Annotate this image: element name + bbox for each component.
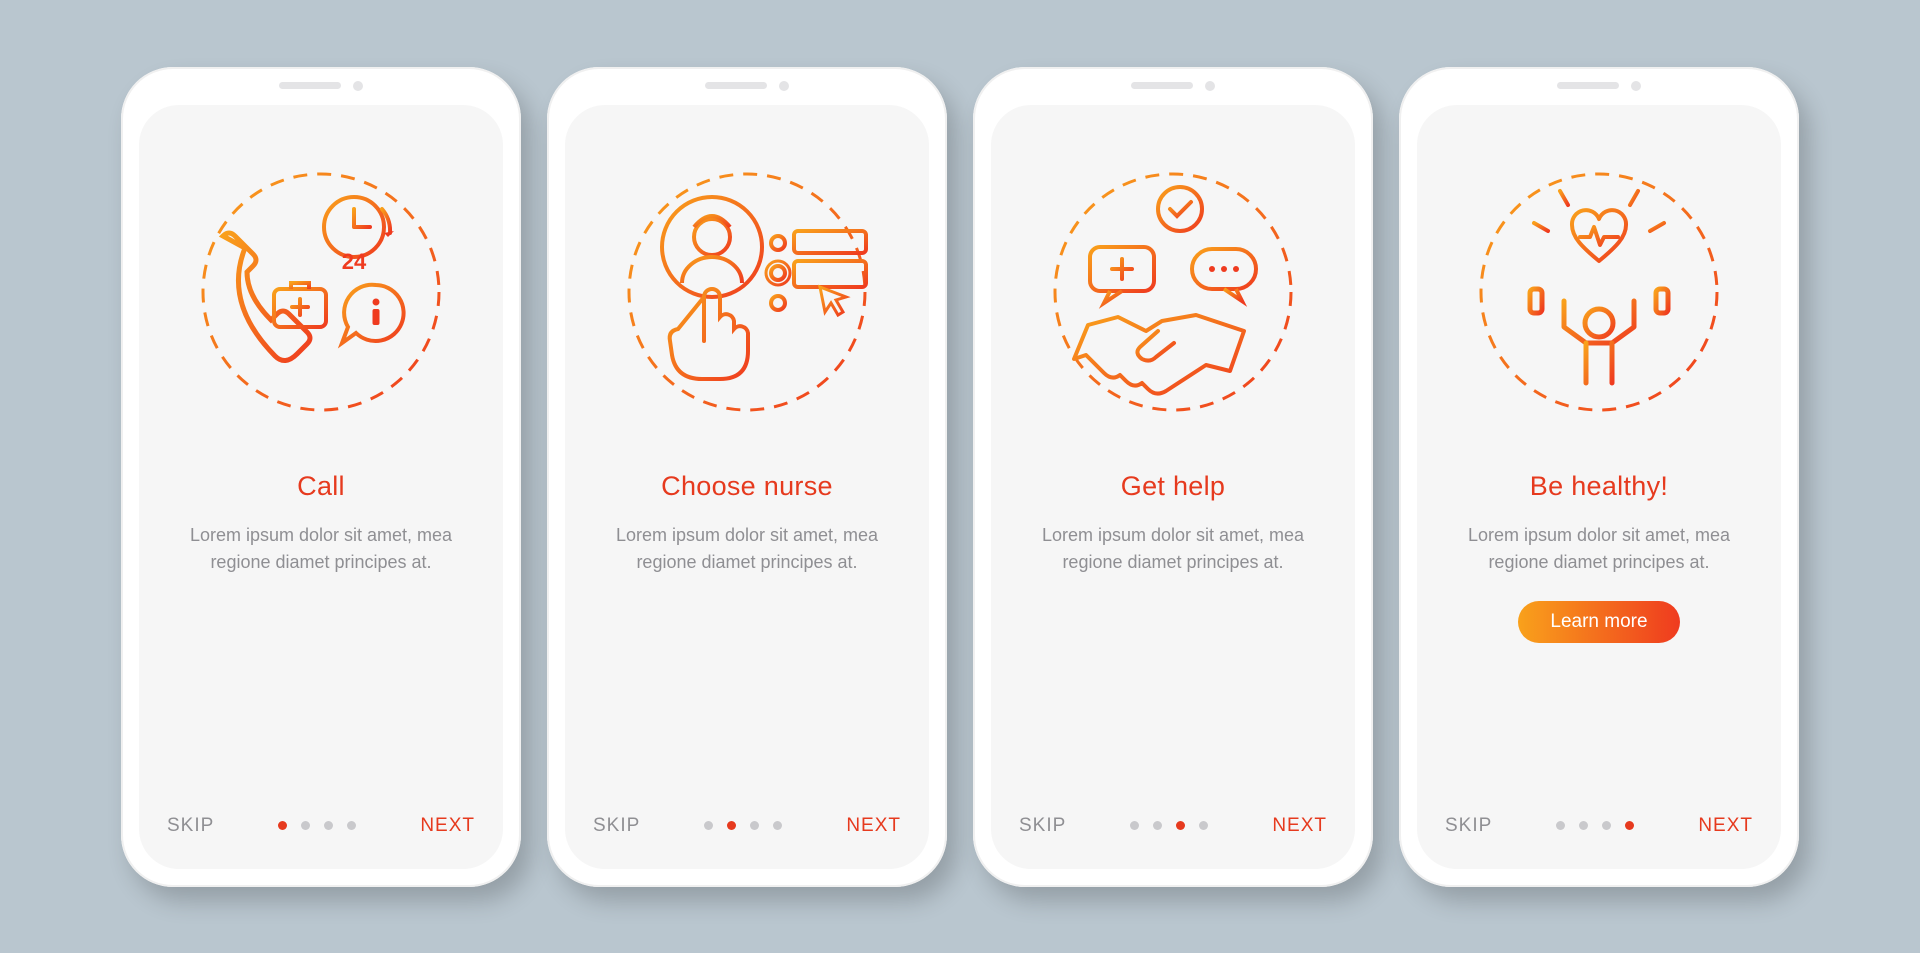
page-dot <box>324 821 333 830</box>
page-dot <box>278 821 287 830</box>
choose-nurse-icon <box>612 157 882 427</box>
page-dot <box>1176 821 1185 830</box>
phone-frame: 24 <box>121 67 521 887</box>
page-dot <box>301 821 310 830</box>
screen-description: Lorem ipsum dolor sit amet, mea regione … <box>1023 522 1323 578</box>
page-dot <box>1556 821 1565 830</box>
page-dot <box>727 821 736 830</box>
onboarding-navbar: SKIP NEXT <box>593 815 901 837</box>
page-indicator <box>1556 821 1634 830</box>
skip-button[interactable]: SKIP <box>167 815 214 837</box>
phone-frame: Be healthy! Lorem ipsum dolor sit amet, … <box>1399 67 1799 887</box>
phone-notch <box>705 81 789 91</box>
next-button[interactable]: NEXT <box>846 815 901 837</box>
learn-more-button[interactable]: Learn more <box>1518 601 1679 643</box>
page-indicator <box>1130 821 1208 830</box>
screen-title: Choose nurse <box>661 471 833 502</box>
page-dot <box>1625 821 1634 830</box>
page-dot <box>773 821 782 830</box>
page-dot <box>1130 821 1139 830</box>
speaker-icon <box>279 82 341 89</box>
next-button[interactable]: NEXT <box>1698 815 1753 837</box>
be-healthy-icon <box>1464 157 1734 427</box>
page-indicator <box>278 821 356 830</box>
svg-text:24: 24 <box>342 249 367 274</box>
onboarding-screen-4: Be healthy! Lorem ipsum dolor sit amet, … <box>1417 105 1781 869</box>
onboarding-navbar: SKIP NEXT <box>1019 815 1327 837</box>
page-dot <box>704 821 713 830</box>
camera-icon <box>1205 81 1215 91</box>
onboarding-screen-2: Choose nurse Lorem ipsum dolor sit amet,… <box>565 105 929 869</box>
camera-icon <box>353 81 363 91</box>
phone-frame: Choose nurse Lorem ipsum dolor sit amet,… <box>547 67 947 887</box>
speaker-icon <box>1131 82 1193 89</box>
skip-button[interactable]: SKIP <box>1445 815 1492 837</box>
get-help-icon <box>1038 157 1308 427</box>
phone-notch <box>279 81 363 91</box>
speaker-icon <box>705 82 767 89</box>
page-indicator <box>704 821 782 830</box>
page-dot <box>750 821 759 830</box>
screen-title: Get help <box>1121 471 1225 502</box>
screen-description: Lorem ipsum dolor sit amet, mea regione … <box>597 522 897 578</box>
page-dot <box>1199 821 1208 830</box>
call-icon: 24 <box>186 157 456 427</box>
page-dot <box>1153 821 1162 830</box>
onboarding-stage: 24 <box>121 27 1799 927</box>
onboarding-screen-3: Get help Lorem ipsum dolor sit amet, mea… <box>991 105 1355 869</box>
next-button[interactable]: NEXT <box>420 815 475 837</box>
speaker-icon <box>1557 82 1619 89</box>
phone-frame: Get help Lorem ipsum dolor sit amet, mea… <box>973 67 1373 887</box>
onboarding-screen-1: 24 <box>139 105 503 869</box>
phone-notch <box>1131 81 1215 91</box>
onboarding-navbar: SKIP NEXT <box>1445 815 1753 837</box>
screen-title: Call <box>297 471 345 502</box>
next-button[interactable]: NEXT <box>1272 815 1327 837</box>
page-dot <box>347 821 356 830</box>
onboarding-navbar: SKIP NEXT <box>167 815 475 837</box>
skip-button[interactable]: SKIP <box>593 815 640 837</box>
camera-icon <box>779 81 789 91</box>
camera-icon <box>1631 81 1641 91</box>
page-dot <box>1602 821 1611 830</box>
screen-description: Lorem ipsum dolor sit amet, mea regione … <box>171 522 471 578</box>
skip-button[interactable]: SKIP <box>1019 815 1066 837</box>
phone-notch <box>1557 81 1641 91</box>
screen-description: Lorem ipsum dolor sit amet, mea regione … <box>1449 522 1749 578</box>
screen-title: Be healthy! <box>1530 471 1668 502</box>
page-dot <box>1579 821 1588 830</box>
